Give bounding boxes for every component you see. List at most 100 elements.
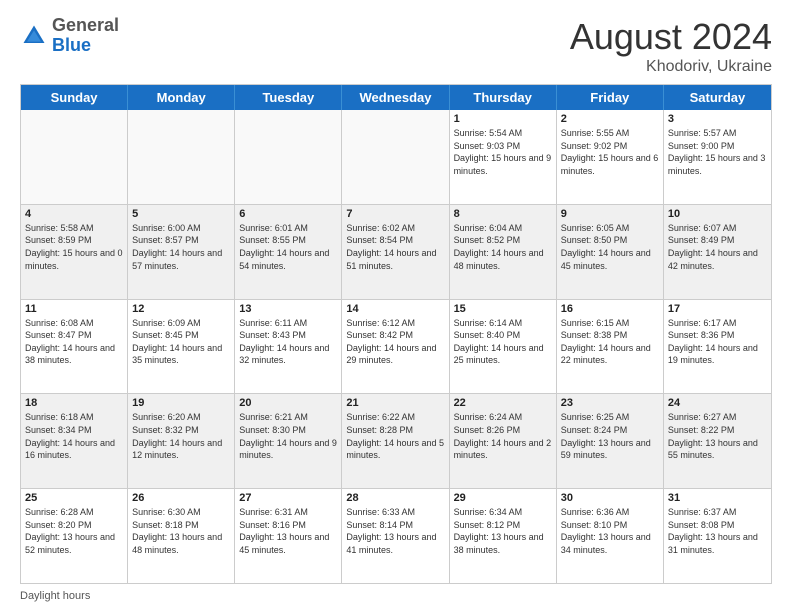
day-number: 13 [239, 303, 337, 315]
day-info: Sunrise: 6:27 AM Sunset: 8:22 PM Dayligh… [668, 411, 767, 461]
logo-icon [20, 22, 48, 50]
day-number: 29 [454, 492, 552, 504]
day-cell: 14 Sunrise: 6:12 AM Sunset: 8:42 PM Dayli… [342, 300, 449, 394]
day-header: Tuesday [235, 85, 342, 110]
day-info: Sunrise: 6:21 AM Sunset: 8:30 PM Dayligh… [239, 411, 337, 461]
day-number: 15 [454, 303, 552, 315]
day-info: Sunrise: 6:08 AM Sunset: 8:47 PM Dayligh… [25, 317, 123, 367]
day-number: 1 [454, 113, 552, 125]
day-info: Sunrise: 6:36 AM Sunset: 8:10 PM Dayligh… [561, 506, 659, 556]
day-info: Sunrise: 6:05 AM Sunset: 8:50 PM Dayligh… [561, 222, 659, 272]
day-info: Sunrise: 6:25 AM Sunset: 8:24 PM Dayligh… [561, 411, 659, 461]
week-row: 1Sunrise: 5:54 AM Sunset: 9:03 PM Daylig… [21, 110, 771, 204]
day-cell: 17Sunrise: 6:17 AM Sunset: 8:36 PM Dayli… [664, 300, 771, 394]
day-cell: 24 Sunrise: 6:27 AM Sunset: 8:22 PM Dayli… [664, 394, 771, 488]
day-number: 16 [561, 303, 659, 315]
day-info: Sunrise: 6:24 AM Sunset: 8:26 PM Dayligh… [454, 411, 552, 461]
logo: General Blue [20, 16, 119, 56]
week-row: 18 Sunrise: 6:18 AM Sunset: 8:34 PM Dayli… [21, 393, 771, 488]
day-number: 9 [561, 208, 659, 220]
daylight-label: Daylight hours [20, 590, 90, 602]
day-cell: 6 Sunrise: 6:01 AM Sunset: 8:55 PM Daylig… [235, 205, 342, 299]
title-area: August 2024 Khodoriv, Ukraine [570, 16, 772, 76]
day-number: 6 [239, 208, 337, 220]
day-info: Sunrise: 6:31 AM Sunset: 8:16 PM Dayligh… [239, 506, 337, 556]
day-number: 28 [346, 492, 444, 504]
day-number: 8 [454, 208, 552, 220]
location: Khodoriv, Ukraine [570, 58, 772, 76]
day-info: Sunrise: 6:34 AM Sunset: 8:12 PM Dayligh… [454, 506, 552, 556]
calendar: SundayMondayTuesdayWednesdayThursdayFrid… [20, 84, 772, 584]
day-cell: 16 Sunrise: 6:15 AM Sunset: 8:38 PM Dayli… [557, 300, 664, 394]
day-cell: 25Sunrise: 6:28 AM Sunset: 8:20 PM Dayli… [21, 489, 128, 583]
day-header: Friday [557, 85, 664, 110]
logo-blue: Blue [52, 35, 91, 55]
header: General Blue August 2024 Khodoriv, Ukrai… [20, 16, 772, 76]
day-cell: 19Sunrise: 6:20 AM Sunset: 8:32 PM Dayli… [128, 394, 235, 488]
day-cell: 7Sunrise: 6:02 AM Sunset: 8:54 PM Daylig… [342, 205, 449, 299]
day-number: 30 [561, 492, 659, 504]
day-cell: 11 Sunrise: 6:08 AM Sunset: 8:47 PM Dayli… [21, 300, 128, 394]
day-info: Sunrise: 5:55 AM Sunset: 9:02 PM Dayligh… [561, 127, 659, 177]
day-info: Sunrise: 6:12 AM Sunset: 8:42 PM Dayligh… [346, 317, 444, 367]
day-headers: SundayMondayTuesdayWednesdayThursdayFrid… [21, 85, 771, 110]
day-number: 27 [239, 492, 337, 504]
day-cell: 3 Sunrise: 5:57 AM Sunset: 9:00 PM Daylig… [664, 110, 771, 204]
day-header: Monday [128, 85, 235, 110]
day-cell [342, 110, 449, 204]
day-cell: 18 Sunrise: 6:18 AM Sunset: 8:34 PM Dayli… [21, 394, 128, 488]
day-cell: 29 Sunrise: 6:34 AM Sunset: 8:12 PM Dayli… [450, 489, 557, 583]
day-number: 23 [561, 397, 659, 409]
day-cell: 9 Sunrise: 6:05 AM Sunset: 8:50 PM Daylig… [557, 205, 664, 299]
day-info: Sunrise: 6:01 AM Sunset: 8:55 PM Dayligh… [239, 222, 337, 272]
day-cell: 8Sunrise: 6:04 AM Sunset: 8:52 PM Daylig… [450, 205, 557, 299]
day-cell: 27 Sunrise: 6:31 AM Sunset: 8:16 PM Dayli… [235, 489, 342, 583]
day-info: Sunrise: 6:30 AM Sunset: 8:18 PM Dayligh… [132, 506, 230, 556]
day-cell: 26Sunrise: 6:30 AM Sunset: 8:18 PM Dayli… [128, 489, 235, 583]
page: General Blue August 2024 Khodoriv, Ukrai… [0, 0, 792, 612]
day-number: 11 [25, 303, 123, 315]
day-info: Sunrise: 5:57 AM Sunset: 9:00 PM Dayligh… [668, 127, 767, 177]
day-info: Sunrise: 6:09 AM Sunset: 8:45 PM Dayligh… [132, 317, 230, 367]
day-number: 25 [25, 492, 123, 504]
day-cell: 30 Sunrise: 6:36 AM Sunset: 8:10 PM Dayli… [557, 489, 664, 583]
day-number: 21 [346, 397, 444, 409]
logo-general: General [52, 15, 119, 35]
day-cell: 12 Sunrise: 6:09 AM Sunset: 8:45 PM Dayli… [128, 300, 235, 394]
day-cell: 28 Sunrise: 6:33 AM Sunset: 8:14 PM Dayli… [342, 489, 449, 583]
day-cell [235, 110, 342, 204]
day-info: Sunrise: 6:22 AM Sunset: 8:28 PM Dayligh… [346, 411, 444, 461]
day-cell: 13 Sunrise: 6:11 AM Sunset: 8:43 PM Dayli… [235, 300, 342, 394]
month-year: August 2024 [570, 16, 772, 58]
calendar-body: 1Sunrise: 5:54 AM Sunset: 9:03 PM Daylig… [21, 110, 771, 583]
day-number: 10 [668, 208, 767, 220]
week-row: 11 Sunrise: 6:08 AM Sunset: 8:47 PM Dayli… [21, 299, 771, 394]
day-cell: 5Sunrise: 6:00 AM Sunset: 8:57 PM Daylig… [128, 205, 235, 299]
day-cell: 2Sunrise: 5:55 AM Sunset: 9:02 PM Daylig… [557, 110, 664, 204]
day-cell: 31Sunrise: 6:37 AM Sunset: 8:08 PM Dayli… [664, 489, 771, 583]
day-cell: 10Sunrise: 6:07 AM Sunset: 8:49 PM Dayli… [664, 205, 771, 299]
day-number: 12 [132, 303, 230, 315]
week-row: 4Sunrise: 5:58 AM Sunset: 8:59 PM Daylig… [21, 204, 771, 299]
day-info: Sunrise: 6:33 AM Sunset: 8:14 PM Dayligh… [346, 506, 444, 556]
day-number: 17 [668, 303, 767, 315]
day-cell: 15Sunrise: 6:14 AM Sunset: 8:40 PM Dayli… [450, 300, 557, 394]
day-info: Sunrise: 6:18 AM Sunset: 8:34 PM Dayligh… [25, 411, 123, 461]
day-cell: 22Sunrise: 6:24 AM Sunset: 8:26 PM Dayli… [450, 394, 557, 488]
logo-text: General Blue [52, 16, 119, 56]
day-header: Sunday [21, 85, 128, 110]
day-number: 7 [346, 208, 444, 220]
day-info: Sunrise: 6:15 AM Sunset: 8:38 PM Dayligh… [561, 317, 659, 367]
footer: Daylight hours [20, 590, 772, 602]
day-cell: 23 Sunrise: 6:25 AM Sunset: 8:24 PM Dayli… [557, 394, 664, 488]
day-header: Saturday [664, 85, 771, 110]
day-number: 18 [25, 397, 123, 409]
day-number: 3 [668, 113, 767, 125]
day-info: Sunrise: 6:11 AM Sunset: 8:43 PM Dayligh… [239, 317, 337, 367]
day-number: 14 [346, 303, 444, 315]
day-cell: 21 Sunrise: 6:22 AM Sunset: 8:28 PM Dayli… [342, 394, 449, 488]
day-header: Thursday [450, 85, 557, 110]
day-cell [128, 110, 235, 204]
day-number: 24 [668, 397, 767, 409]
day-cell: 1Sunrise: 5:54 AM Sunset: 9:03 PM Daylig… [450, 110, 557, 204]
